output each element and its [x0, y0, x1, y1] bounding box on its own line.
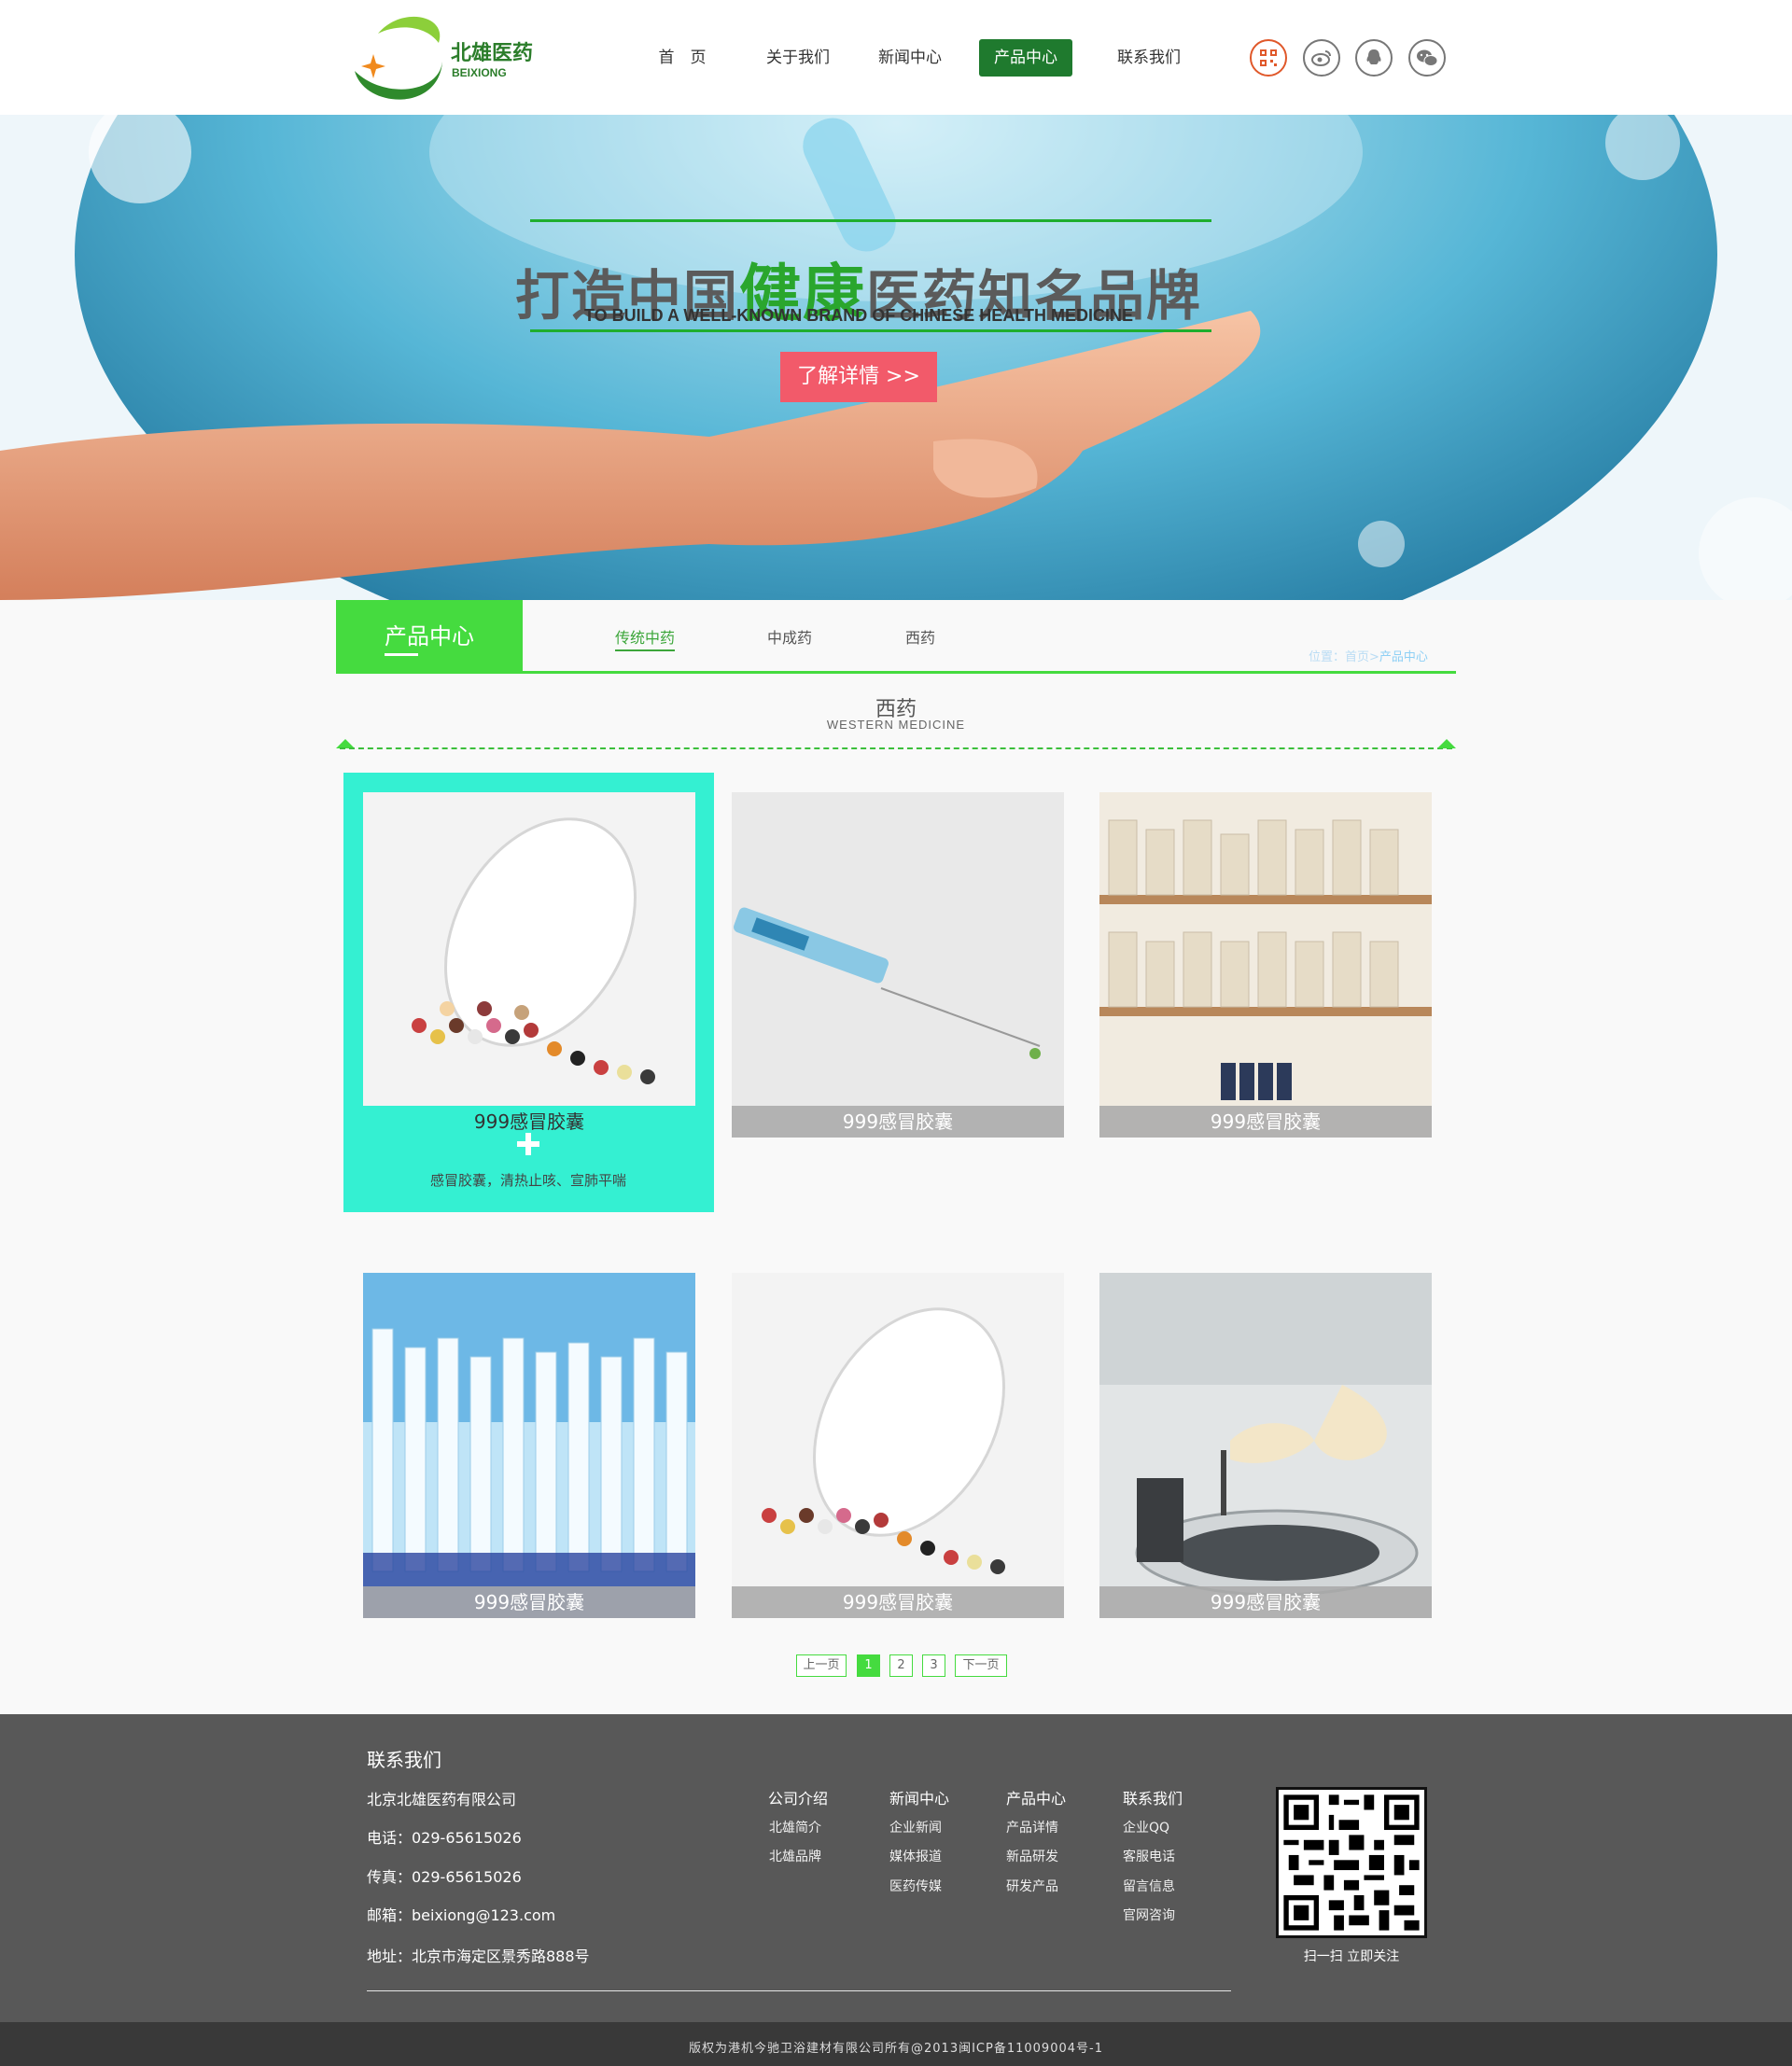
category-dashed-divider — [340, 747, 1452, 749]
product-caption-6[interactable]: 999感冒胶囊 — [1099, 1586, 1432, 1618]
footer-link[interactable]: 新品研发 — [1006, 1847, 1058, 1865]
brand-name-en: BEIXIONG — [452, 66, 507, 79]
product-image-5[interactable] — [732, 1273, 1064, 1618]
footer-link[interactable]: 留言信息 — [1123, 1877, 1175, 1895]
footer-link[interactable]: 客服电话 — [1123, 1847, 1175, 1865]
footer-link[interactable]: 产品详情 — [1006, 1818, 1058, 1836]
footer-email: 邮箱：beixiong@123.com — [367, 1906, 556, 1924]
footer-link[interactable]: 北雄简介 — [769, 1818, 821, 1836]
footer-phone: 电话：029-65615026 — [367, 1829, 522, 1847]
product-description: 感冒胶囊，清热止咳、宣肺平喘 — [429, 1172, 626, 1189]
breadcrumb: 位置：首页>产品中心 — [1309, 647, 1428, 664]
product-image-2[interactable] — [732, 792, 1064, 1138]
pagination-page-2[interactable]: 2 — [889, 1654, 913, 1677]
product-caption-5[interactable]: 999感冒胶囊 — [732, 1586, 1064, 1618]
section-divider — [336, 671, 1456, 674]
footer-link[interactable]: 北雄品牌 — [769, 1847, 821, 1865]
pagination-next[interactable]: 下一页 — [955, 1654, 1007, 1677]
footer-col-about-title[interactable]: 公司介绍 — [768, 1786, 828, 1808]
footer-rule — [367, 1990, 1231, 1991]
footer-link[interactable]: 医药传媒 — [889, 1877, 942, 1895]
nav-about[interactable]: 关于我们 — [756, 39, 840, 77]
wechat-icon[interactable] — [1408, 39, 1446, 77]
product-image-1[interactable] — [363, 792, 695, 1106]
site-header: 北雄医药 BEIXIONG 首 页 关于我们 新闻中心 产品中心 联系我们 — [0, 0, 1792, 115]
hero-banner: 打造中国健康医药知名品牌 TO BUILD A WELL-KNOWN BRAND… — [0, 115, 1792, 600]
site-footer — [0, 1714, 1792, 2022]
footer-fax: 传真：029-65615026 — [367, 1868, 522, 1886]
footer-link[interactable]: 企业QQ — [1123, 1818, 1169, 1836]
product-image-3[interactable] — [1099, 792, 1432, 1138]
nav-home[interactable]: 首 页 — [644, 39, 721, 77]
product-caption-4[interactable]: 999感冒胶囊 — [363, 1586, 695, 1618]
nav-contact[interactable]: 联系我们 — [1107, 39, 1191, 77]
breadcrumb-prefix: 位置： — [1309, 650, 1346, 664]
product-caption-2[interactable]: 999感冒胶囊 — [732, 1106, 1064, 1138]
footer-col-news-title[interactable]: 新闻中心 — [889, 1786, 949, 1808]
breadcrumb-home[interactable]: 首页> — [1345, 650, 1379, 664]
footer-col-products-title[interactable]: 产品中心 — [1006, 1786, 1066, 1808]
subnav-patent[interactable]: 中成药 — [767, 625, 812, 648]
qr-caption: 扫一扫 立即关注 — [1303, 1949, 1400, 1964]
brand-logo[interactable]: 北雄医药 BEIXIONG — [345, 6, 541, 108]
category-subtitle: WESTERN MEDICINE — [826, 718, 966, 732]
copyright: 版权为港机今驰卫浴建材有限公司所有@2013闽ICP备11009004号-1 — [0, 2022, 1792, 2066]
footer-link[interactable]: 媒体报道 — [889, 1847, 942, 1865]
divider-right-arrow — [1437, 739, 1456, 748]
product-image-4[interactable] — [363, 1273, 695, 1618]
footer-qr-code — [1276, 1787, 1427, 1938]
pagination-page-1[interactable]: 1 — [857, 1654, 880, 1677]
nav-news[interactable]: 新闻中心 — [868, 39, 952, 77]
section-tab-underline — [385, 653, 418, 656]
banner-rule-bottom — [530, 329, 1211, 332]
weibo-icon[interactable] — [1303, 39, 1340, 77]
nav-products[interactable]: 产品中心 — [979, 39, 1072, 77]
footer-title: 联系我们 — [367, 1749, 441, 1771]
product-caption-3[interactable]: 999感冒胶囊 — [1099, 1106, 1432, 1138]
banner-rule-top — [530, 219, 1211, 222]
qr-code-icon[interactable] — [1250, 39, 1287, 77]
footer-link[interactable]: 官网咨询 — [1123, 1905, 1175, 1924]
banner-subtitle: TO BUILD A WELL-KNOWN BRAND OF CHINESE H… — [584, 306, 1133, 325]
pagination-prev[interactable]: 上一页 — [796, 1654, 847, 1677]
product-image-6[interactable] — [1099, 1273, 1432, 1618]
brand-name-cn: 北雄医药 — [451, 42, 533, 65]
section-tab: 产品中心 — [336, 600, 523, 673]
learn-more-button[interactable]: 了解详情 >> — [780, 352, 937, 402]
subnav-traditional[interactable]: 传统中药 — [615, 625, 676, 651]
footer-company: 北京北雄医药有限公司 — [367, 1791, 517, 1808]
footer-address: 地址：北京市海定区景秀路888号 — [367, 1947, 590, 1965]
expand-plus-icon[interactable] — [517, 1133, 539, 1155]
qq-icon[interactable] — [1355, 39, 1393, 77]
subnav-western[interactable]: 西药 — [905, 625, 935, 648]
footer-link[interactable]: 企业新闻 — [889, 1818, 942, 1836]
breadcrumb-current: 产品中心 — [1379, 650, 1428, 664]
pagination-page-3[interactable]: 3 — [922, 1654, 945, 1677]
footer-col-contact-title[interactable]: 联系我们 — [1123, 1786, 1183, 1808]
footer-link[interactable]: 研发产品 — [1006, 1877, 1058, 1895]
